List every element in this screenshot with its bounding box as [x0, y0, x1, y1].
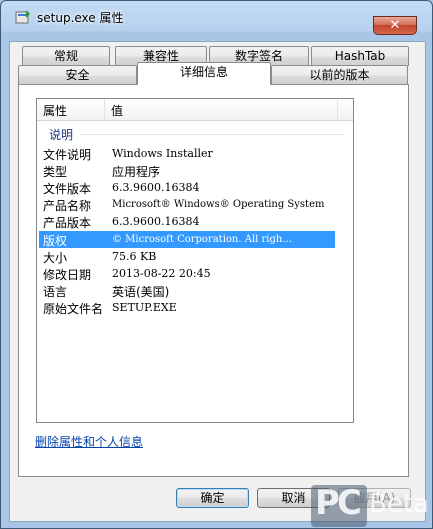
- property-name: 修改日期: [43, 268, 92, 282]
- details-list[interactable]: 属性 值 说明 文件说明 Windows Installer 类型 应用程序 文…: [36, 98, 354, 423]
- column-header: 属性 值: [37, 99, 353, 121]
- property-value: 6.3.9600.16384: [112, 215, 200, 228]
- list-item[interactable]: 大小 75.6 KB: [37, 248, 353, 265]
- pcbeta-watermark: PC Beta: [311, 483, 433, 527]
- installer-icon: [15, 10, 30, 24]
- column-divider[interactable]: [104, 99, 105, 121]
- tab-general[interactable]: 常规: [22, 46, 110, 66]
- list-item[interactable]: 类型 应用程序: [37, 162, 353, 179]
- property-value: Microsoft® Windows® Operating System: [112, 199, 325, 210]
- property-value: 英语(美国): [112, 285, 170, 299]
- list-item-selected[interactable]: 版权 © Microsoft Corporation. All righ...: [39, 231, 335, 248]
- property-name: 文件版本: [43, 182, 92, 196]
- property-value: 75.6 KB: [112, 250, 157, 263]
- list-item[interactable]: 语言 英语(美国): [37, 282, 353, 299]
- watermark-beta-text: Beta: [369, 489, 429, 519]
- property-value: 6.3.9600.16384: [112, 181, 200, 194]
- ok-button[interactable]: 确定: [176, 488, 249, 508]
- property-value: 应用程序: [112, 165, 161, 179]
- column-header-property[interactable]: 属性: [43, 102, 67, 119]
- property-name: 版权: [43, 234, 68, 248]
- tab-previous-versions[interactable]: 以前的版本: [271, 65, 408, 85]
- property-name: 原始文件名: [43, 302, 104, 316]
- property-name: 产品版本: [43, 216, 92, 230]
- remove-properties-link[interactable]: 删除属性和个人信息: [35, 433, 143, 450]
- property-name: 产品名称: [43, 199, 92, 213]
- property-value: © Microsoft Corporation. All righ...: [112, 234, 292, 245]
- property-value: 2013-08-22 20:45: [112, 267, 211, 280]
- property-name: 类型: [43, 165, 68, 179]
- list-item[interactable]: 文件版本 6.3.9600.16384: [37, 179, 353, 196]
- property-name: 文件说明: [43, 148, 92, 162]
- tab-security[interactable]: 安全: [18, 65, 137, 85]
- group-divider: [81, 134, 343, 135]
- property-name: 大小: [43, 251, 68, 265]
- title-bar[interactable]: setup.exe 属性 ✕: [1, 1, 432, 35]
- properties-window: setup.exe 属性 ✕ 常规 兼容性 数字签名 HashTab 安全 详细…: [0, 0, 433, 529]
- list-item[interactable]: 产品版本 6.3.9600.16384: [37, 213, 353, 230]
- tab-details[interactable]: 详细信息: [137, 62, 271, 85]
- list-item[interactable]: 文件说明 Windows Installer: [37, 145, 353, 162]
- group-header-description[interactable]: 说明: [49, 126, 73, 143]
- list-item[interactable]: 修改日期 2013-08-22 20:45: [37, 265, 353, 282]
- watermark-pc-text: PC: [315, 483, 362, 523]
- window-title: setup.exe 属性: [37, 11, 124, 25]
- close-button[interactable]: ✕: [373, 16, 417, 35]
- property-name: 语言: [43, 285, 68, 299]
- column-divider[interactable]: [337, 99, 338, 121]
- pcbeta-logo: PC: [311, 483, 367, 527]
- list-item[interactable]: 原始文件名 SETUP.EXE: [37, 299, 353, 316]
- list-item[interactable]: 产品名称 Microsoft® Windows® Operating Syste…: [37, 196, 353, 213]
- tab-hashtab[interactable]: HashTab: [311, 46, 409, 66]
- property-value: SETUP.EXE: [112, 301, 177, 314]
- column-header-value[interactable]: 值: [111, 102, 123, 119]
- property-value: Windows Installer: [112, 147, 213, 160]
